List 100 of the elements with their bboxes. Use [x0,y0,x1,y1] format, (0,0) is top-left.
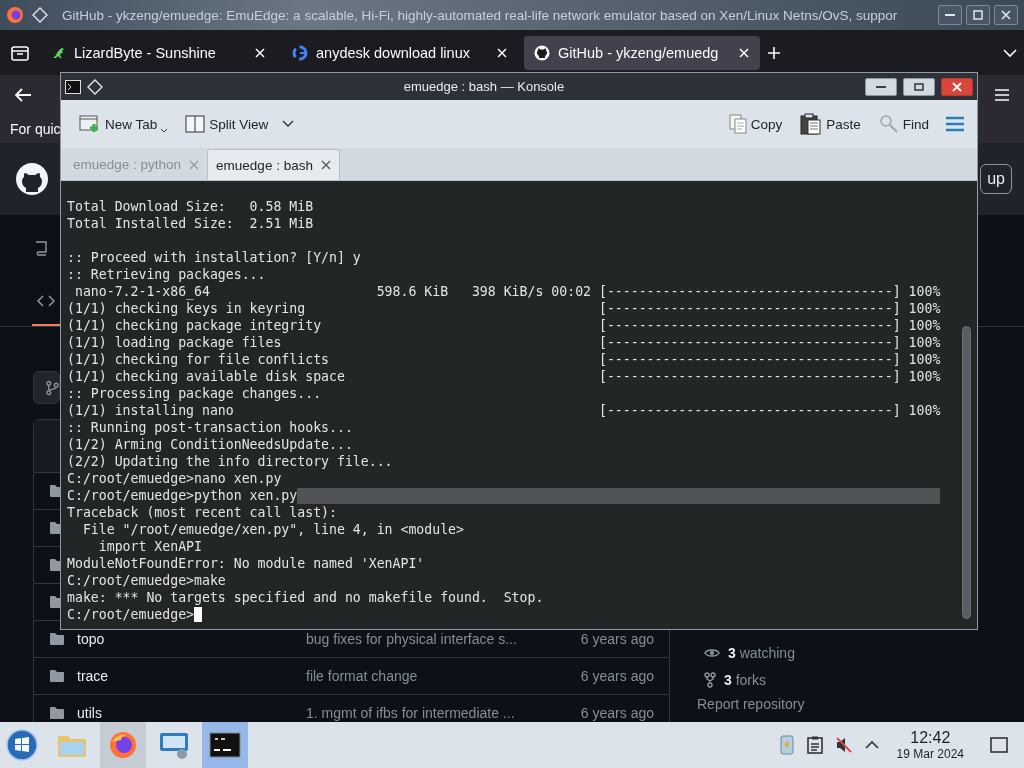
chevron-up-icon[interactable] [864,740,879,750]
github-icon [534,44,550,61]
progress-text: [------------------------------------] 100% [598,283,941,300]
find-button[interactable]: Find [876,112,931,136]
new-tab-button[interactable]: New Tab [77,113,170,135]
paste-button[interactable]: Paste [798,111,863,137]
minimize-icon [876,85,886,88]
terminal-line: C:/root/emuedge>make [67,572,226,589]
terminal-line: (1/1) checking package integrity [67,317,323,334]
close-button[interactable] [941,77,973,96]
chevron-down-icon [282,120,295,128]
pin-icon[interactable] [87,78,103,95]
pin-icon[interactable] [32,7,48,23]
maximize-icon [973,10,983,20]
github-logo-icon[interactable] [15,162,49,196]
terminal-line: import XenAPI [97,538,202,555]
folder-name-link[interactable]: utils [77,705,306,721]
close-button[interactable] [994,5,1018,25]
browser-tab[interactable]: GitHub - ykzeng/emuedg [524,35,760,70]
terminal-line: (1/1) loading package files [67,334,283,351]
close-icon [952,81,962,92]
taskbar-button[interactable] [202,722,248,768]
search-icon [878,114,899,134]
terminal-line: (1/1) checking keys in keyring [67,300,307,317]
terminal-line: ModuleNotFoundError: No module named 'XenAPI' [67,555,425,572]
firefox-icon [108,730,138,760]
terminal-line: make: *** No targets specified and no makefile found. Stop. [67,589,544,606]
close-icon [1001,10,1011,20]
terminal-line: :: Proceed with installation? [Y/n] y [67,249,361,266]
progress-text: [------------------------------------] 100% [598,368,941,385]
window-title: emuedge : bash — Konsole [402,79,566,94]
terminal-line: nano-7.2-1-x86_64 [73,283,211,300]
firefox-icon [6,6,24,24]
book-icon[interactable] [33,240,49,256]
terminal-line: Traceback (most recent call last): [67,504,337,521]
copy-icon [728,114,747,134]
terminal-line: (1/2) Arming ConditionNeedsUpdate... [67,436,353,453]
folder-name-link[interactable]: topo [77,631,306,647]
terminal-line: :: Processing package changes... [67,385,322,402]
show-desktop-icon[interactable] [990,737,1008,753]
download-stats: 598.6 KiB 398 KiB/s 00:02 [376,283,592,300]
terminal-line: (1/1) checking available disk space [67,368,346,385]
terminal-tab[interactable]: emuedge : bash [207,149,340,180]
folder-name-link[interactable]: trace [77,668,306,684]
tab-underline [32,324,62,326]
terminal-line: (1/1) installing nano [67,402,235,419]
commit-time: 6 years ago [580,705,654,721]
close-icon[interactable] [320,160,331,170]
caret-icon [161,127,168,133]
progress-text: [------------------------------------] 100% [598,402,941,419]
scrollbar-thumb[interactable] [961,326,971,619]
back-arrow-icon[interactable] [14,87,32,103]
terminal-icon [209,732,241,758]
terminal-line: C:/root/emuedge> [67,606,195,623]
progress-text: [------------------------------------] 100% [598,334,941,351]
browser-tab[interactable]: LizardByte - Sunshine [40,35,276,70]
progress-text: [------------------------------------] 100% [598,317,941,334]
progress-text: [------------------------------------] 100% [598,300,941,317]
plus-icon[interactable] [766,44,782,61]
maximize-button[interactable] [966,5,990,25]
watching-link[interactable]: 3 watching [728,644,795,661]
fork-icon [704,671,716,688]
terminal-line: (2/2) Updating the info directory file... [67,453,393,470]
terminal-line: C:/root/emuedge>nano xen.py [67,470,282,487]
clock-date: 19 Mar 2024 [896,747,964,761]
terminal-line: :: Retrieving packages... [67,266,266,283]
terminal-line: C:/root/emuedge>python xen.py [67,487,298,504]
browser-tab[interactable]: anydesk download linux [282,35,518,70]
folder-icon [49,632,65,646]
branch-button[interactable] [33,371,60,404]
paste-icon [800,113,823,135]
clipboard-icon[interactable] [806,736,823,754]
commit-message-link[interactable]: bug fixes for physical interface s... [306,631,581,647]
terminal-line: Total Download Size: 0.58 MiB [67,198,314,215]
commit-message-link[interactable]: file format change [306,668,581,684]
folder-icon [49,706,65,720]
start-orb-icon[interactable] [6,729,38,761]
remote-desktop-icon [158,730,190,760]
copy-button[interactable]: Copy [726,112,785,136]
folder-icon [49,669,65,683]
sign-up-button[interactable]: up [980,164,1012,194]
speaker-muted-icon[interactable] [834,736,853,754]
maximize-icon [914,82,924,91]
minimize-button[interactable] [865,77,897,96]
eye-icon [704,646,720,659]
forks-link[interactable]: 3 forks [724,671,767,688]
report-repository-link[interactable]: Report repository [697,693,805,712]
commit-message-link[interactable]: 1. mgmt of ifbs for intermediate ... [306,705,581,721]
terminal-line: Total Installed Size: 2.51 MiB [67,215,314,232]
terminal-icon [65,79,81,94]
split-view-button[interactable]: Split View [183,113,297,135]
window-title: GitHub - ykzeng/emuedge: EmuEdge: a scalable, Hi-Fi, highly-automated real-life network emulator based on Xen/Linux Netns/OvS, suppor [62,7,899,23]
maximize-button[interactable] [903,77,935,96]
commit-time: 6 years ago [580,668,654,684]
clock-time: 12:42 [910,729,951,747]
new-tab-icon [79,115,101,133]
minimize-button[interactable] [938,5,962,25]
code-icon[interactable] [37,294,55,308]
minimize-icon [945,14,955,16]
notice-text: For quic [10,121,61,137]
